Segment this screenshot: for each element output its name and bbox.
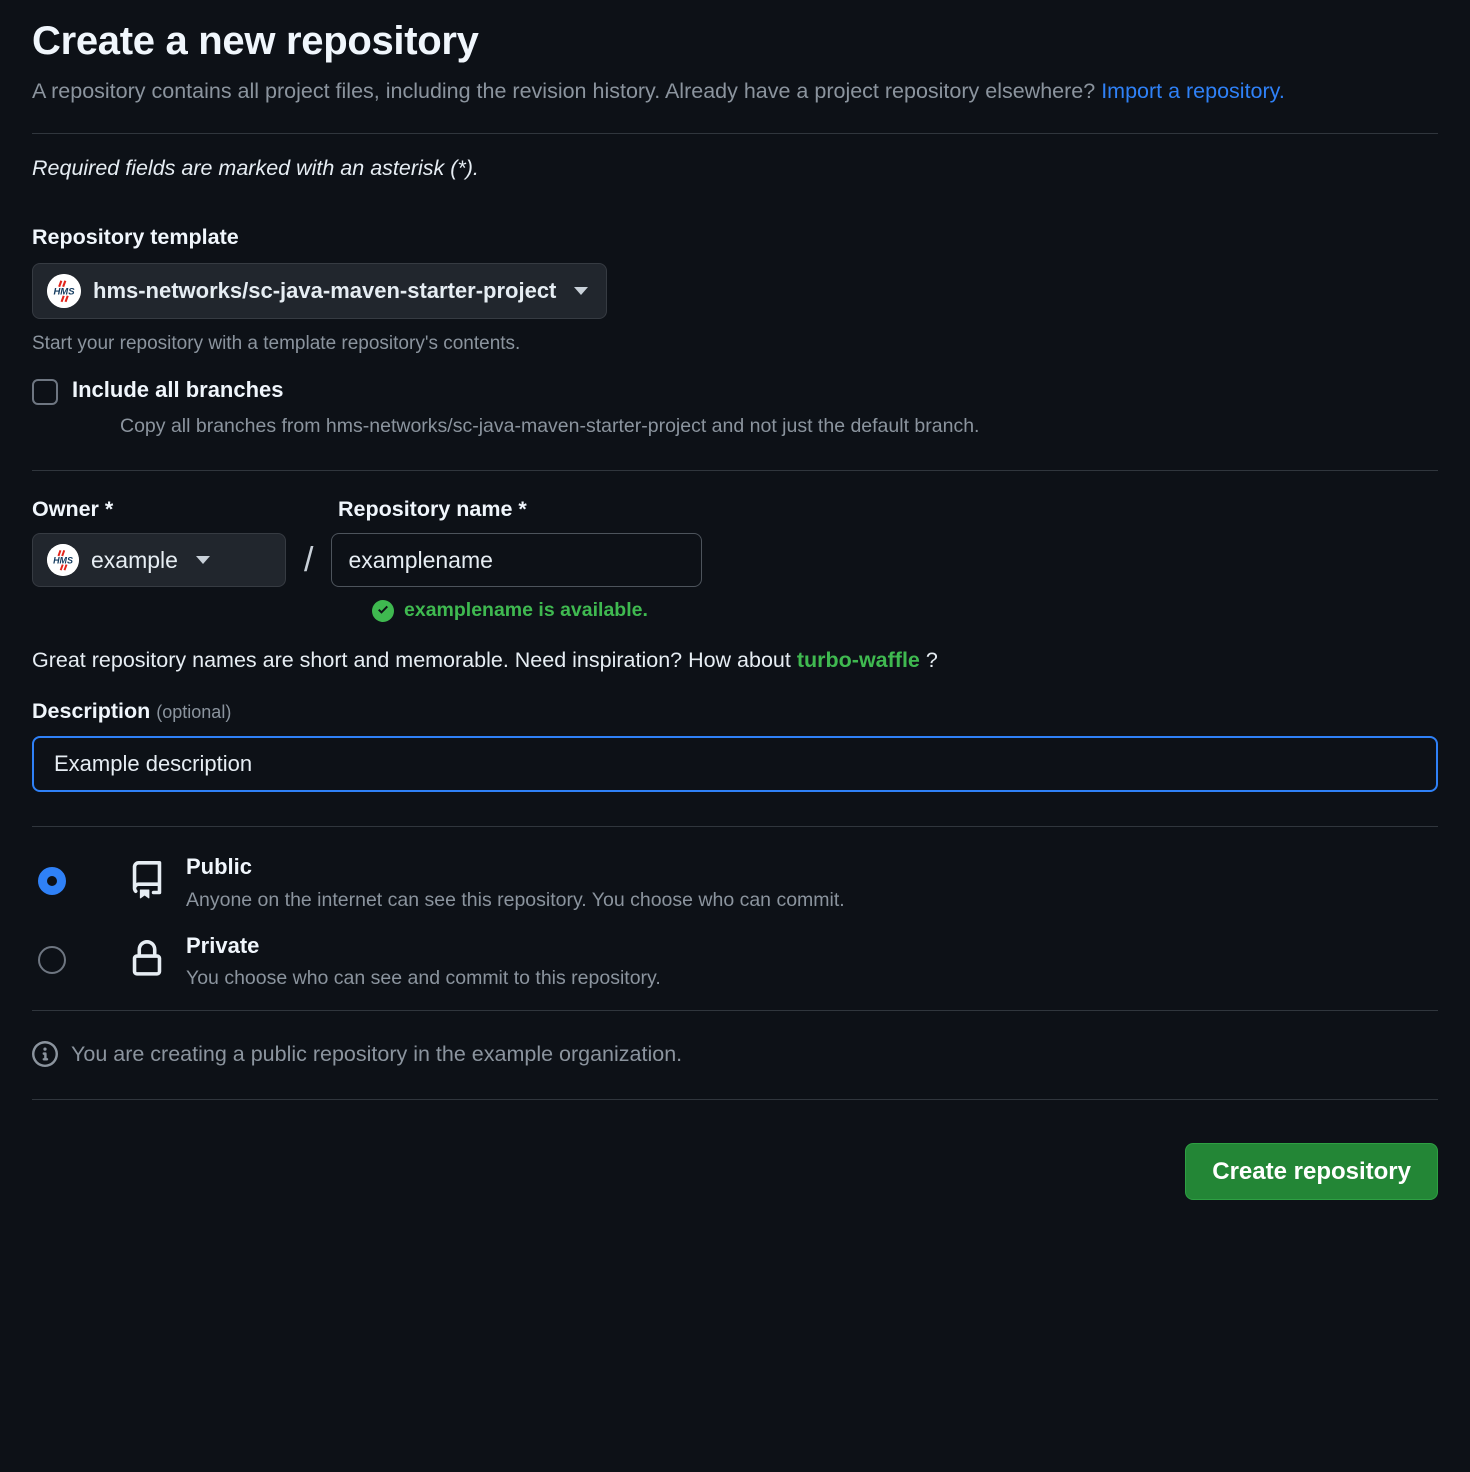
info-icon [32, 1041, 58, 1067]
lock-icon [128, 940, 166, 978]
include-all-branches-checkbox[interactable] [32, 379, 58, 405]
required-fields-note: Required fields are marked with an aster… [32, 156, 1438, 181]
include-all-branches-help: Copy all branches from hms-networks/sc-j… [120, 415, 1438, 438]
chevron-down-icon [196, 556, 210, 564]
inspiration-line: Great repository names are short and mem… [32, 648, 1438, 673]
visibility-options: Public Anyone on the internet can see th… [32, 853, 1438, 990]
private-text-block: Private You choose who can see and commi… [186, 932, 661, 991]
description-section: Description (optional) [32, 699, 1438, 792]
description-optional-text: (optional) [156, 702, 231, 722]
visibility-notice: You are creating a public repository in … [32, 1041, 1438, 1067]
repository-template-value: hms-networks/sc-java-maven-starter-proje… [93, 278, 556, 304]
public-radio[interactable] [38, 867, 66, 895]
repository-template-section: Repository template HMS hms-networks/sc-… [32, 225, 1438, 439]
owner-name-labels: Owner * Repository name * [32, 497, 1438, 522]
visibility-notice-text: You are creating a public repository in … [71, 1042, 682, 1067]
svg-text:HMS: HMS [53, 555, 73, 565]
form-footer: Create repository [32, 1143, 1438, 1200]
visibility-option-private[interactable]: Private You choose who can see and commi… [32, 932, 1438, 991]
repo-icon [128, 861, 166, 899]
page-title: Create a new repository [32, 0, 1438, 64]
visibility-option-public[interactable]: Public Anyone on the internet can see th… [32, 853, 1438, 912]
repository-name-label: Repository name * [338, 497, 527, 522]
repository-name-input[interactable] [331, 533, 702, 587]
divider-template [32, 470, 1438, 471]
include-all-branches-row[interactable]: Include all branches [32, 377, 1438, 405]
private-title: Private [186, 932, 661, 961]
hms-avatar-icon: HMS [47, 544, 79, 576]
inspiration-suffix: ? [926, 648, 938, 672]
private-description: You choose who can see and commit to thi… [186, 967, 661, 990]
page-description: A repository contains all project files,… [32, 76, 1438, 107]
owner-label: Owner * [32, 497, 338, 522]
availability-text: examplename is available. [404, 599, 648, 622]
page-description-text: A repository contains all project files,… [32, 79, 1095, 103]
check-circle-icon [372, 600, 394, 622]
public-description: Anyone on the internet can see this repo… [186, 889, 845, 912]
private-radio[interactable] [38, 946, 66, 974]
owner-name-separator: / [304, 543, 313, 577]
import-repository-link[interactable]: Import a repository. [1101, 79, 1285, 103]
description-input[interactable] [32, 736, 1438, 792]
repository-name-availability: examplename is available. [372, 599, 1438, 622]
owner-value: example [91, 547, 178, 574]
owner-dropdown[interactable]: HMS example [32, 533, 286, 587]
divider-header [32, 133, 1438, 134]
divider-visibility [32, 1010, 1438, 1011]
description-label: Description (optional) [32, 699, 1438, 724]
include-all-branches-label[interactable]: Include all branches [72, 377, 284, 403]
divider-description [32, 826, 1438, 827]
owner-name-row: HMS example / [32, 533, 1438, 587]
inspiration-prefix: Great repository names are short and mem… [32, 648, 791, 672]
repository-template-dropdown[interactable]: HMS hms-networks/sc-java-maven-starter-p… [32, 263, 607, 319]
svg-text:HMS: HMS [53, 286, 75, 297]
repository-template-helper: Start your repository with a template re… [32, 331, 1438, 358]
description-label-text: Description [32, 699, 150, 723]
hms-avatar-icon: HMS [47, 274, 81, 308]
chevron-down-icon [574, 287, 588, 295]
suggested-name-link[interactable]: turbo-waffle [797, 648, 920, 672]
create-repository-button[interactable]: Create repository [1185, 1143, 1438, 1200]
divider-footer [32, 1099, 1438, 1100]
public-title: Public [186, 853, 845, 882]
repository-template-label: Repository template [32, 225, 1438, 250]
create-repository-page: Create a new repository A repository con… [0, 0, 1470, 1472]
public-text-block: Public Anyone on the internet can see th… [186, 853, 845, 912]
